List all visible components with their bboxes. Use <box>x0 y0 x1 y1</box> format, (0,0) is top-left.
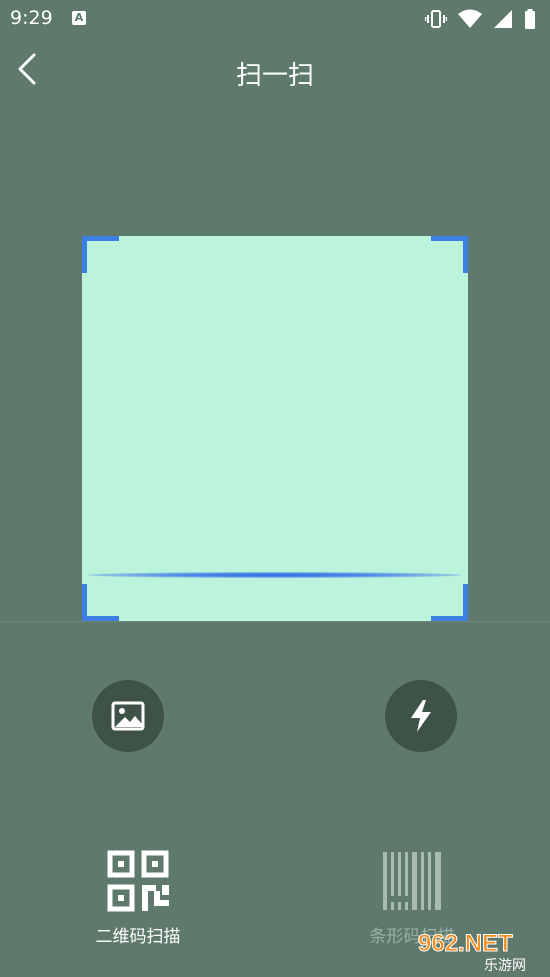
tab-qr-scan[interactable]: 二维码扫描 <box>58 850 218 947</box>
watermark-logo: 962.NET 乐游网 <box>414 925 544 975</box>
vibrate-icon <box>424 9 447 28</box>
page-title: 扫一扫 <box>235 61 314 91</box>
image-icon <box>111 701 145 731</box>
gallery-button[interactable] <box>92 680 164 752</box>
status-time: 9:29 <box>10 7 53 29</box>
barcode-icon <box>383 852 441 910</box>
scan-line <box>88 572 462 578</box>
corner-marker-top-left <box>82 236 119 273</box>
tab-qr-scan-label: 二维码扫描 <box>95 927 181 947</box>
scan-viewfinder <box>82 236 468 621</box>
corner-marker-bottom-right <box>431 584 468 621</box>
watermark-site-name: 乐游网 <box>484 958 526 973</box>
flash-button[interactable] <box>385 680 457 752</box>
corner-marker-top-right <box>431 236 468 273</box>
flash-icon <box>411 700 431 732</box>
status-bar: 9:29 A <box>0 0 550 36</box>
divider <box>0 621 550 622</box>
corner-marker-bottom-left <box>82 584 119 621</box>
battery-icon <box>525 8 535 29</box>
qr-code-icon <box>107 850 169 912</box>
wifi-icon <box>457 9 482 28</box>
notification-icon: A <box>72 11 86 25</box>
signal-icon <box>493 9 512 28</box>
status-icons <box>419 8 536 29</box>
watermark-logo-text: 962.NET <box>418 930 513 957</box>
